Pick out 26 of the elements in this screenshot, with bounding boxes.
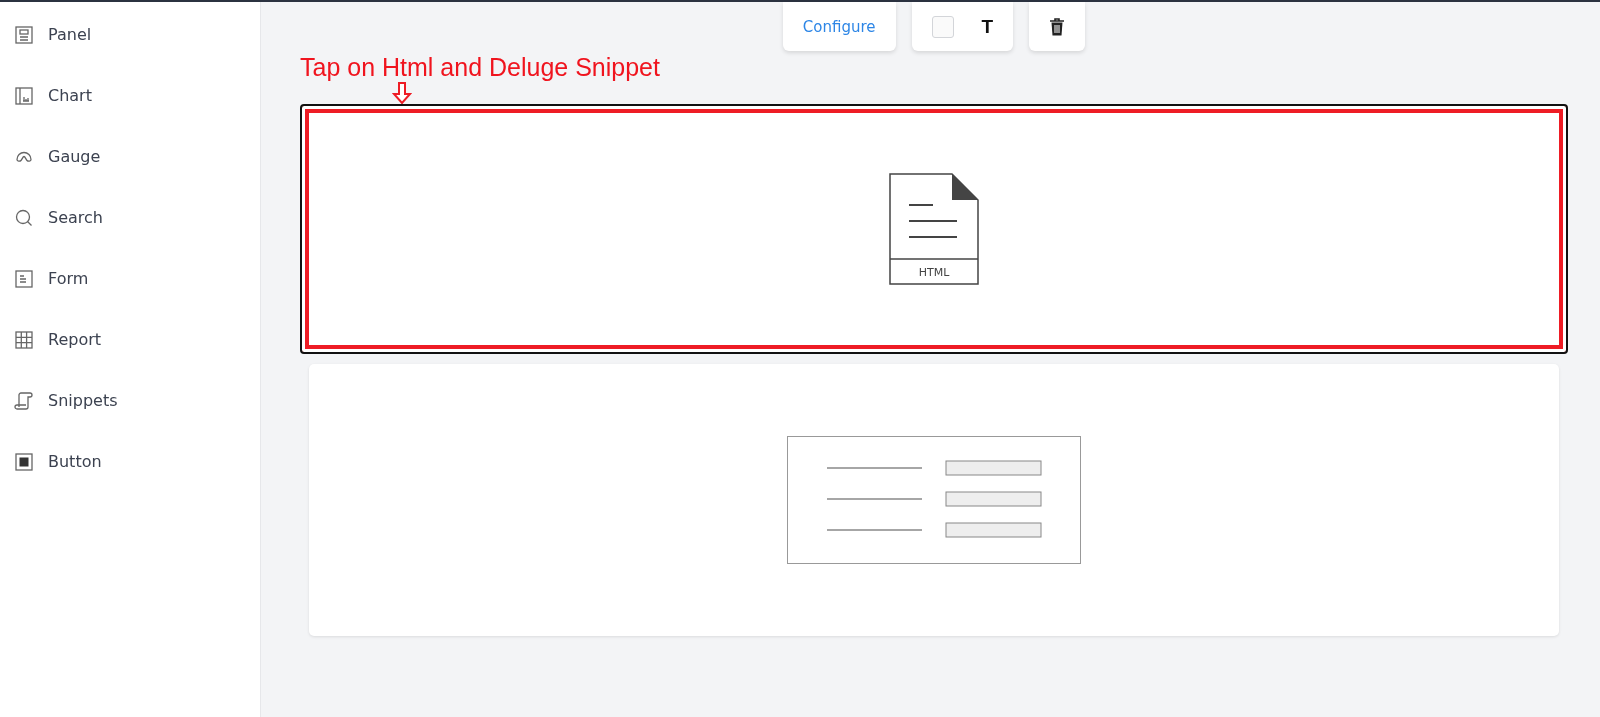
search-icon bbox=[14, 207, 34, 228]
sidebar-item[interactable]: Panel bbox=[0, 4, 260, 65]
panel-icon bbox=[14, 24, 34, 45]
sidebar-item[interactable]: Search bbox=[0, 187, 260, 248]
sidebar-item[interactable]: Report bbox=[0, 309, 260, 370]
grid-icon bbox=[14, 329, 34, 350]
button-icon bbox=[14, 451, 34, 472]
sidebar-item[interactable]: Button bbox=[0, 431, 260, 492]
delete-button[interactable] bbox=[1029, 2, 1086, 51]
form-card[interactable] bbox=[309, 364, 1559, 636]
annotation-text: Tap on Html and Deluge Snippet bbox=[300, 53, 661, 82]
html-file-icon: HTML bbox=[889, 173, 979, 285]
html-snippet-card[interactable]: HTML bbox=[300, 104, 1568, 354]
scroll-icon bbox=[14, 390, 34, 411]
sidebar-item[interactable]: Gauge bbox=[0, 126, 260, 187]
sidebar-item[interactable]: Snippets bbox=[0, 370, 260, 431]
form-icon bbox=[14, 268, 34, 289]
text-style-button[interactable]: T bbox=[981, 15, 994, 38]
down-arrow-icon bbox=[392, 82, 412, 104]
sidebar-item[interactable]: Chart bbox=[0, 65, 260, 126]
chart-icon bbox=[14, 85, 34, 106]
color-swatch[interactable] bbox=[931, 15, 954, 38]
gauge-icon bbox=[16, 151, 32, 162]
trash-icon bbox=[1049, 17, 1066, 36]
configure-button[interactable]: Configure bbox=[782, 2, 896, 51]
sidebar-item[interactable]: Form bbox=[0, 248, 260, 309]
